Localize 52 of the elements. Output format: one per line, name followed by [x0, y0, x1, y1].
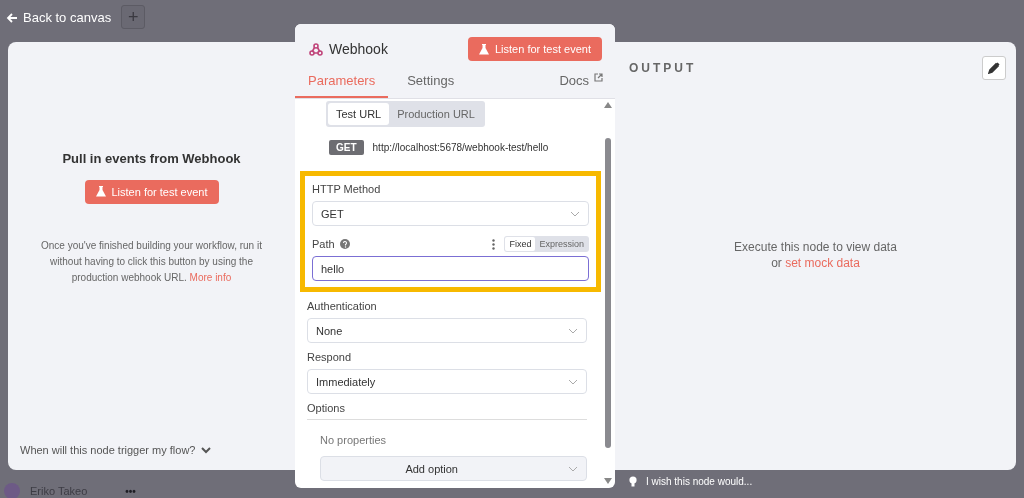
scroll-down-icon[interactable]: [604, 478, 612, 484]
field-label: Authentication: [307, 300, 378, 312]
url-tab[interactable]: Production URL: [389, 103, 483, 125]
pencil-icon: [988, 62, 1000, 74]
chevron-down-icon: [568, 378, 578, 385]
more-info-link[interactable]: More info: [189, 271, 232, 283]
docs-link[interactable]: Docs: [559, 73, 603, 98]
mode-toggle[interactable]: Expression: [535, 237, 588, 251]
chevron-down-icon: [568, 465, 578, 472]
kebab-menu-icon[interactable]: [492, 238, 496, 250]
lightbulb-icon: [629, 476, 637, 487]
faq-toggle[interactable]: When will this node trigger my flow?: [20, 444, 283, 456]
flask-icon: [95, 186, 106, 197]
scroll-up-icon[interactable]: [604, 102, 612, 108]
listen-button[interactable]: Listen for test event: [468, 37, 602, 61]
listen-button[interactable]: Listen for test event: [84, 179, 219, 204]
set-mock-data-link[interactable]: set mock data: [785, 256, 860, 270]
node-title: Webhook: [329, 41, 389, 57]
output-title: OUTPUT: [629, 61, 697, 75]
panel-title: Pull in events from Webhook: [62, 150, 241, 166]
scrollbar-thumb[interactable]: [605, 138, 611, 448]
description-text: Once you've finished building your workflow, run it without having to click this button by using the production webhook URL. More info: [40, 238, 263, 285]
feedback-link[interactable]: I wish this node would...: [629, 476, 1024, 487]
authentication-select[interactable]: None: [307, 318, 587, 343]
more-menu[interactable]: •••: [125, 485, 136, 497]
path-input[interactable]: hello: [312, 256, 589, 281]
method-badge: GET: [329, 140, 364, 155]
webhook-url: http://localhost:5678/webhook-test/hello: [372, 142, 549, 153]
field-label: Path: [312, 238, 335, 250]
edit-button[interactable]: [982, 56, 1006, 80]
chevron-down-icon: [568, 327, 578, 334]
external-link-icon: [594, 73, 603, 82]
arrow-left-icon: [6, 11, 18, 24]
field-label: Respond: [307, 351, 353, 363]
section-label: Options: [307, 402, 587, 420]
add-option-button[interactable]: Add option: [320, 456, 587, 481]
method-select[interactable]: GET: [312, 201, 589, 226]
field-label: HTTP Method: [312, 183, 382, 195]
webhook-icon: [309, 42, 323, 56]
chevron-down-icon: [201, 446, 212, 454]
tab[interactable]: Parameters: [295, 73, 389, 98]
flask-icon: [479, 43, 489, 55]
mode-toggle[interactable]: Fixed: [505, 237, 536, 251]
respond-select[interactable]: Immediately: [307, 369, 587, 394]
back-to-canvas-link[interactable]: Back to canvas: [6, 10, 112, 25]
empty-message: Execute this node to view data: [734, 239, 897, 255]
url-tab[interactable]: Test URL: [328, 103, 390, 125]
tab[interactable]: Settings: [394, 73, 468, 98]
help-icon[interactable]: [339, 239, 350, 249]
empty-text: No properties: [320, 434, 388, 446]
chevron-down-icon: [570, 210, 580, 217]
or-text: or: [771, 256, 782, 270]
